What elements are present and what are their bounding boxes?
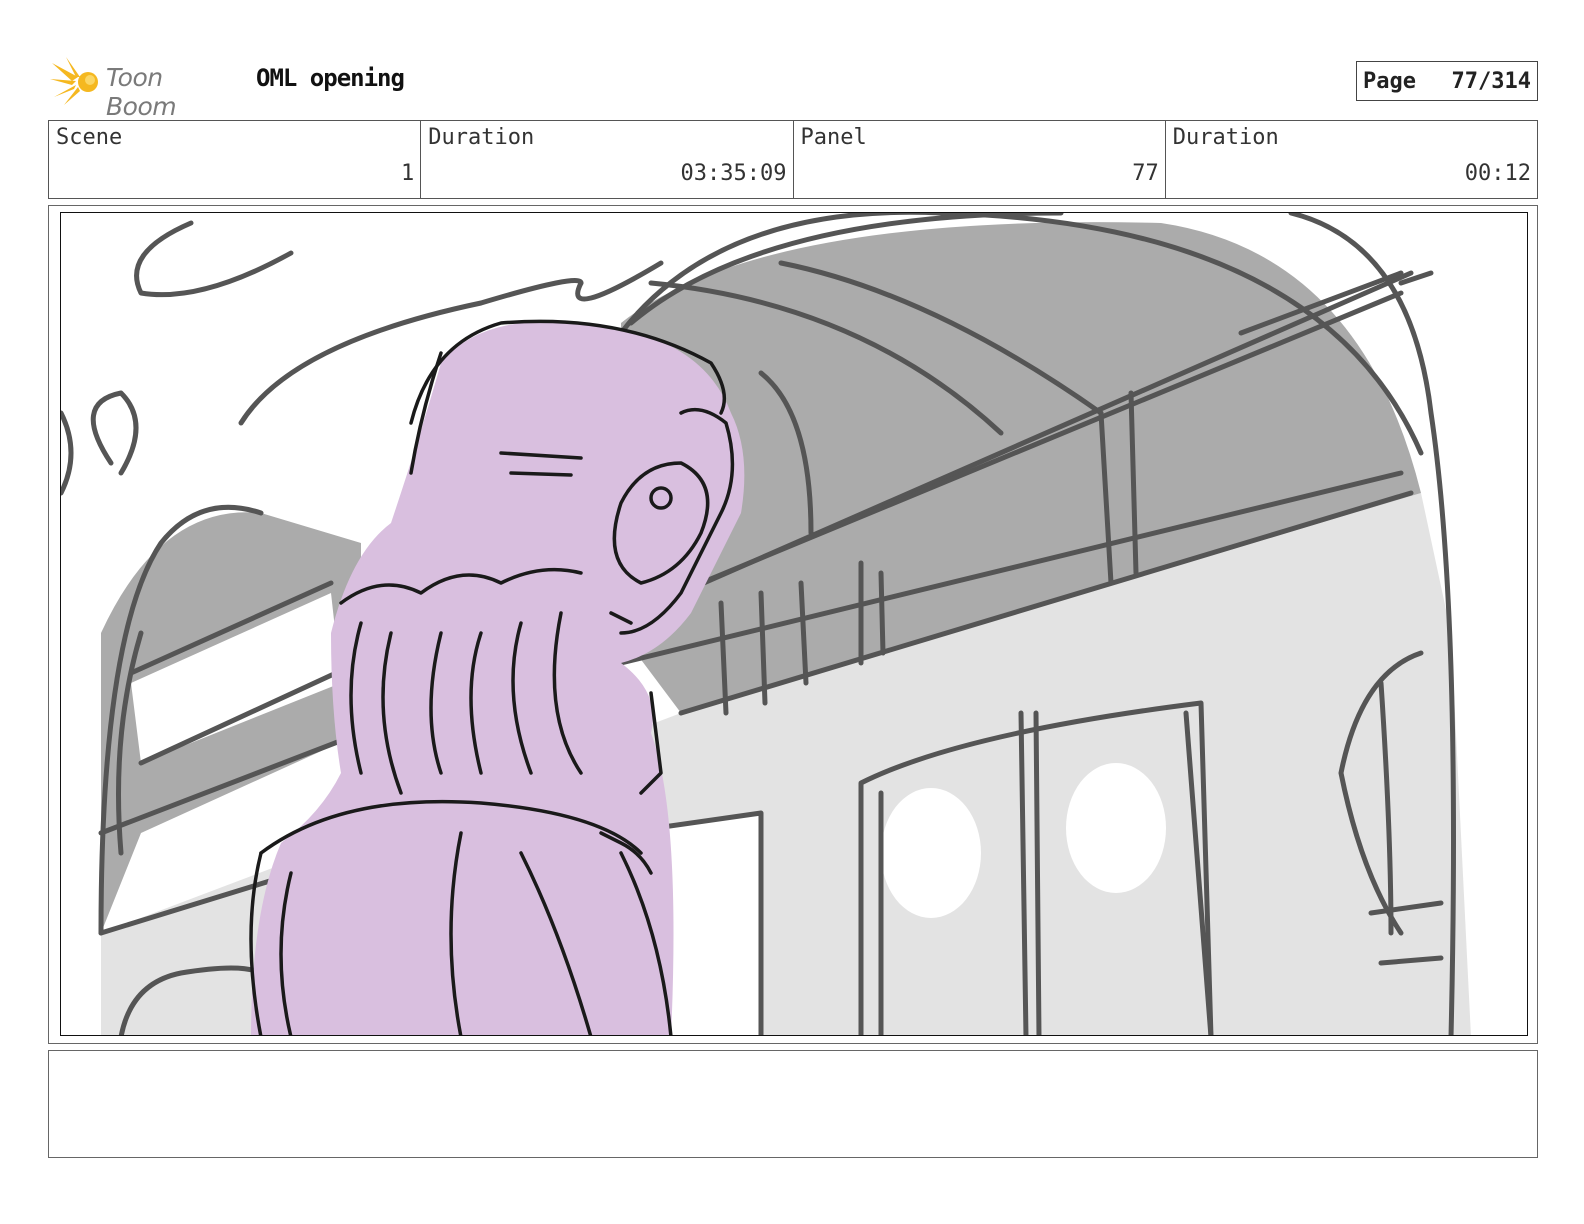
panel-label: Panel bbox=[800, 125, 867, 150]
panel-duration-value: 00:12 bbox=[1464, 161, 1531, 186]
storyboard-panel-drawing bbox=[60, 212, 1528, 1036]
scene-cell: Scene 1 bbox=[49, 121, 422, 198]
scene-label: Scene bbox=[56, 125, 123, 150]
panel-duration-cell: Duration 00:12 bbox=[1166, 121, 1537, 198]
panel-cell: Panel 77 bbox=[794, 121, 1166, 198]
toon-boom-logo: Toon Boom bbox=[50, 55, 240, 121]
scene-value: 1 bbox=[401, 161, 415, 186]
page-label: Page bbox=[1363, 68, 1416, 94]
page-number: 77/314 bbox=[1451, 68, 1531, 94]
info-table: Scene 1 Duration 03:35:09 Panel 77 Durat… bbox=[48, 120, 1538, 199]
panel-duration-label: Duration bbox=[1172, 125, 1279, 150]
panel-value: 77 bbox=[1132, 161, 1159, 186]
scene-duration-value: 03:35:09 bbox=[680, 161, 787, 186]
project-title: OML opening bbox=[256, 64, 405, 92]
logo-text: Toon Boom bbox=[106, 63, 177, 121]
storyboard-sketch bbox=[61, 213, 1471, 1035]
page-indicator: Page 77/314 bbox=[1356, 61, 1538, 101]
sunburst-logo-icon bbox=[50, 57, 98, 105]
door-window-left bbox=[881, 788, 981, 918]
scene-duration-cell: Duration 03:35:09 bbox=[421, 121, 794, 198]
door-window-right bbox=[1066, 763, 1166, 893]
scene-duration-label: Duration bbox=[428, 125, 535, 150]
panel-notes-box bbox=[48, 1050, 1538, 1158]
